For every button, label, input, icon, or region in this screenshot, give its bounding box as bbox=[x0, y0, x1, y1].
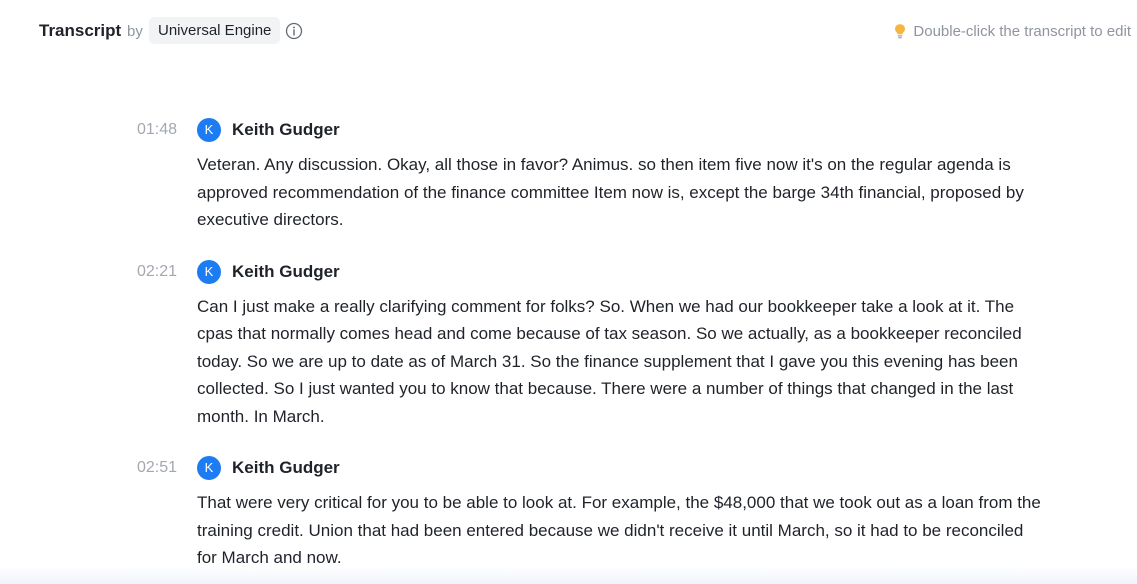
by-label: by bbox=[127, 23, 143, 40]
segment-header: 02:21 K Keith Gudger bbox=[0, 258, 1137, 286]
avatar: K bbox=[197, 456, 221, 480]
avatar: K bbox=[197, 259, 221, 284]
segment-timestamp[interactable]: 02:21 bbox=[137, 263, 177, 281]
speaker-name[interactable]: Keith Gudger bbox=[232, 458, 340, 478]
segment-text[interactable]: Can I just make a really clarifying comm… bbox=[197, 293, 1047, 431]
edit-hint: Double-click the transcript to edit bbox=[893, 22, 1131, 40]
transcript-body: 01:48 K Keith Gudger Veteran. Any discus… bbox=[0, 116, 1137, 572]
transcript-segment[interactable]: 02:51 K Keith Gudger That were very crit… bbox=[0, 454, 1137, 572]
segment-timestamp[interactable]: 01:48 bbox=[137, 121, 177, 139]
page-title: Transcript bbox=[39, 21, 122, 40]
lightbulb-icon bbox=[893, 23, 907, 39]
segment-header: 02:51 K Keith Gudger bbox=[0, 454, 1137, 482]
info-icon[interactable] bbox=[285, 22, 303, 40]
avatar: K bbox=[197, 118, 221, 142]
segment-header: 01:48 K Keith Gudger bbox=[0, 116, 1137, 144]
edit-hint-text: Double-click the transcript to edit bbox=[913, 22, 1131, 40]
transcript-page: Transcript by Universal Engine Double-cl… bbox=[0, 0, 1137, 584]
segment-text[interactable]: Veteran. Any discussion. Okay, all those… bbox=[197, 151, 1047, 234]
transcript-header: Transcript by Universal Engine Double-cl… bbox=[0, 0, 1137, 62]
transcript-segment[interactable]: 02:21 K Keith Gudger Can I just make a r… bbox=[0, 258, 1137, 431]
transcript-segment[interactable]: 01:48 K Keith Gudger Veteran. Any discus… bbox=[0, 116, 1137, 234]
scroll-fade bbox=[0, 566, 1137, 584]
segment-timestamp[interactable]: 02:51 bbox=[137, 459, 177, 477]
segment-text[interactable]: That were very critical for you to be ab… bbox=[197, 489, 1047, 572]
speaker-name[interactable]: Keith Gudger bbox=[232, 262, 340, 282]
speaker-name[interactable]: Keith Gudger bbox=[232, 120, 340, 140]
engine-selector[interactable]: Universal Engine bbox=[149, 17, 281, 44]
